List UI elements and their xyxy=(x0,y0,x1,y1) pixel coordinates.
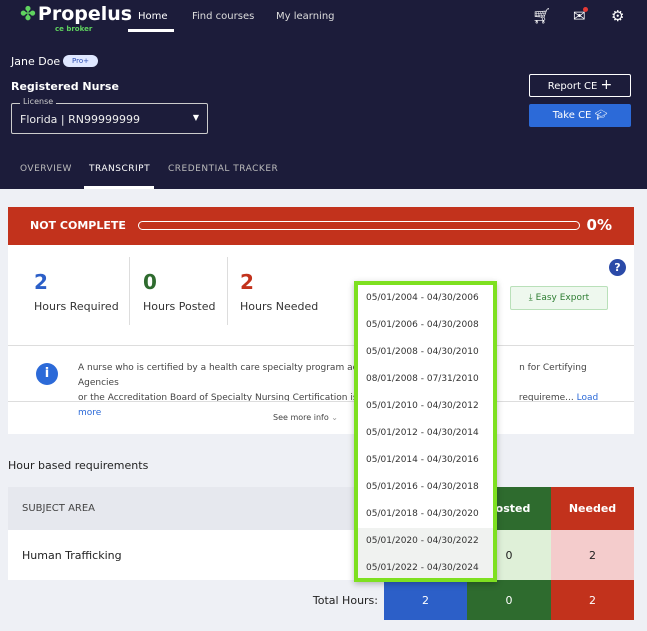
dropdown-option[interactable]: 05/01/2020 - 04/30/2022 xyxy=(358,528,493,555)
logo[interactable]: ✤ Propelus ce broker xyxy=(20,3,132,33)
nav-find-courses[interactable]: Find courses xyxy=(192,11,254,22)
easy-export-button[interactable]: ⤓ Easy Export xyxy=(510,286,608,310)
dropdown-option[interactable]: 05/01/2004 - 04/30/2006 xyxy=(358,285,493,312)
cart-icon[interactable]: 🛒︎ xyxy=(532,7,551,25)
user-role: Registered Nurse xyxy=(11,80,119,93)
dropdown-option[interactable]: 05/01/2016 - 04/30/2018 xyxy=(358,474,493,501)
logo-icon: ✤ xyxy=(20,3,36,25)
take-ce-button[interactable]: Take CE 🎓︎ xyxy=(529,104,631,127)
nav-active-indicator xyxy=(128,29,174,32)
header-subject-area: SUBJECT AREA xyxy=(22,503,96,514)
top-header: ✤ Propelus ce broker Home Find courses My … xyxy=(0,0,647,189)
period-dropdown[interactable]: 05/01/2004 - 04/30/2006 05/01/2006 - 04/3… xyxy=(354,281,497,582)
tab-active-indicator xyxy=(84,186,154,189)
dropdown-option[interactable]: 05/01/2010 - 04/30/2012 xyxy=(358,393,493,420)
dropdown-option[interactable]: 05/01/2006 - 04/30/2008 xyxy=(358,312,493,339)
dropdown-option[interactable]: 05/01/2008 - 04/30/2010 xyxy=(358,339,493,366)
summary-card: 2 Hours Required 0 Hours Posted 2 Hours Nee… xyxy=(8,245,634,434)
info-icon: i xyxy=(36,363,58,385)
header-needed: Needed xyxy=(551,487,634,530)
total-row: Total Hours: 2 0 2 xyxy=(8,580,634,620)
license-value: Florida | RN99999999 xyxy=(20,113,140,126)
dropdown-option[interactable]: 05/01/2014 - 04/30/2016 xyxy=(358,447,493,474)
stat-hours-required: 2 Hours Required xyxy=(34,270,119,313)
total-label: Total Hours: xyxy=(312,593,378,607)
license-label: License xyxy=(20,97,57,106)
progress-percent: 0% xyxy=(586,216,612,234)
status-label: NOT COMPLETE xyxy=(30,219,126,232)
nav-my-learning[interactable]: My learning xyxy=(276,11,335,22)
total-posted: 0 xyxy=(467,580,551,620)
nav-home[interactable]: Home xyxy=(138,11,168,22)
dropdown-option[interactable]: 05/01/2022 - 04/30/2024 xyxy=(358,555,493,578)
see-more-info-button[interactable]: See more info ⌄ xyxy=(273,413,338,422)
dropdown-option[interactable]: 08/01/2008 - 07/31/2010 xyxy=(358,366,493,393)
plus-icon: + xyxy=(600,77,613,93)
total-needed: 2 xyxy=(551,580,634,620)
download-icon: ⤓ xyxy=(528,293,533,303)
stat-hours-posted: 0 Hours Posted xyxy=(143,270,216,313)
tab-overview[interactable]: OVERVIEW xyxy=(20,164,72,174)
subject-cell: Human Trafficking xyxy=(22,548,122,562)
mail-icon[interactable]: ✉ xyxy=(573,7,588,25)
tab-transcript[interactable]: TRANSCRIPT xyxy=(89,164,150,174)
dropdown-option[interactable]: 05/01/2018 - 04/30/2020 xyxy=(358,501,493,528)
user-name: Jane Doe xyxy=(11,55,61,68)
license-select[interactable]: License Florida | RN99999999 ▼ xyxy=(11,97,208,134)
stat-hours-needed: 2 Hours Needed xyxy=(240,270,319,313)
report-ce-button[interactable]: Report CE + xyxy=(529,74,631,97)
tab-credential-tracker[interactable]: CREDENTIAL TRACKER xyxy=(168,164,278,174)
gear-icon[interactable]: ⚙ xyxy=(611,7,624,25)
caret-down-icon: ▼ xyxy=(192,113,199,122)
table-row[interactable]: Human Trafficking 0 2 xyxy=(8,530,634,580)
status-bar: NOT COMPLETE 0% xyxy=(8,207,634,245)
table-header: SUBJECT AREA Posted Needed xyxy=(8,487,634,530)
plan-badge: Pro+ xyxy=(63,55,98,67)
section-title: Hour based requirements xyxy=(8,459,149,472)
help-icon[interactable]: ? xyxy=(609,259,626,276)
info-text: A nurse who is certified by a health car… xyxy=(78,363,599,418)
progress-bar xyxy=(138,221,580,230)
dropdown-option[interactable]: 05/01/2012 - 04/30/2014 xyxy=(358,420,493,447)
graduation-cap-icon: 🎓︎ xyxy=(594,110,608,121)
total-required: 2 xyxy=(384,580,467,620)
needed-cell: 2 xyxy=(551,530,634,580)
chevron-down-icon: ⌄ xyxy=(331,413,338,422)
